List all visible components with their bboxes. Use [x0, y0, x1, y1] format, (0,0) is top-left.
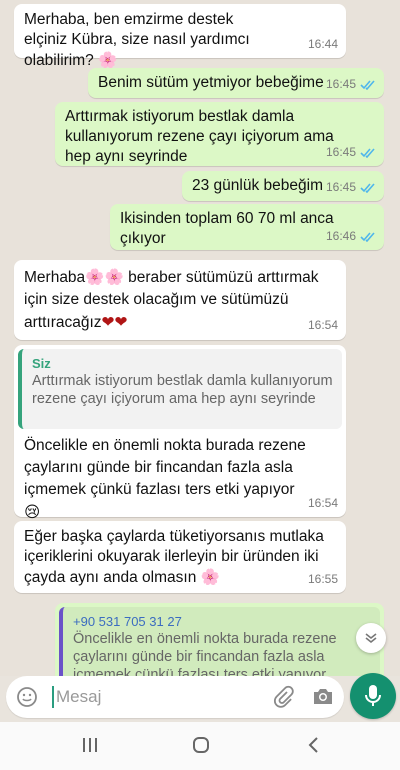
- heart-emoji: ❤❤: [101, 313, 128, 331]
- scroll-to-bottom-button[interactable]: [356, 623, 386, 653]
- quoted-message[interactable]: +90 531 705 31 27 Öncelikle en önemli no…: [59, 607, 380, 676]
- message-time: 16:55: [307, 572, 338, 586]
- recent-apps-icon[interactable]: [80, 736, 100, 754]
- message-incoming[interactable]: Eğer başka çaylarda tüketiyorsanıs mutla…: [14, 521, 346, 593]
- message-time: 16:46: [325, 229, 356, 243]
- message-time: 16:54: [307, 318, 338, 332]
- message-incoming[interactable]: Merhaba🌸🌸 beraber sütümüzü arttırmak içi…: [14, 260, 346, 340]
- read-ticks-icon: [360, 231, 375, 242]
- message-text: Eğer başka çaylarda tüketiyorsanıs mutla…: [24, 528, 324, 586]
- message-text: Merhaba, ben emzirme destek elçiniz Kübr…: [24, 11, 250, 69]
- read-ticks-icon: [360, 147, 375, 158]
- message-text: Öncelikle en önemli nokta burada rezene …: [24, 437, 306, 498]
- message-outgoing[interactable]: Ikisinden toplam 60 70 ml anca çıkıyor 1…: [110, 204, 384, 250]
- message-time: 16:44: [307, 37, 338, 51]
- read-ticks-icon: [360, 79, 375, 90]
- microphone-icon: [365, 685, 381, 706]
- message-time: 16:45: [325, 77, 356, 91]
- message-composer: Mesaj: [6, 676, 344, 718]
- message-input[interactable]: Mesaj: [56, 687, 101, 707]
- quoted-message[interactable]: Siz Arttırmak istiyorum bestlak damla ku…: [18, 349, 342, 429]
- quote-author: Siz: [32, 356, 51, 371]
- message-outgoing[interactable]: Benim sütüm yetmiyor bebeğime 16:45: [88, 68, 384, 98]
- flower-emoji: 🌸🌸: [85, 268, 124, 286]
- chevron-down-icon: [365, 633, 377, 644]
- voice-record-button[interactable]: [350, 673, 396, 719]
- quote-text: Öncelikle en önemli nokta burada rezene …: [73, 631, 337, 676]
- home-icon[interactable]: [192, 736, 210, 754]
- message-incoming-reply[interactable]: Siz Arttırmak istiyorum bestlak damla ku…: [14, 345, 346, 521]
- message-outgoing[interactable]: 23 günlük bebeğim 16:45: [182, 171, 384, 201]
- back-icon[interactable]: [306, 736, 320, 754]
- message-text: Merhaba: [24, 269, 86, 286]
- chat-area[interactable]: Merhaba, ben emzirme destek elçiniz Kübr…: [0, 0, 400, 676]
- flower-emoji: 🌸: [98, 51, 118, 69]
- camera-icon[interactable]: [312, 686, 334, 706]
- read-ticks-icon: [360, 182, 375, 193]
- message-time: 16:45: [325, 180, 356, 194]
- message-text: Arttırmak istiyorum bestlak damla kullan…: [65, 108, 334, 165]
- quote-text: Arttırmak istiyorum bestlak damla kullan…: [32, 373, 333, 407]
- system-navigation-bar: [0, 722, 400, 770]
- emoji-icon[interactable]: [16, 686, 38, 708]
- message-time: 16:54: [307, 496, 338, 510]
- message-incoming[interactable]: Merhaba, ben emzirme destek elçiniz Kübr…: [14, 4, 346, 69]
- quote-author: +90 531 705 31 27: [73, 614, 182, 629]
- message-outgoing-reply[interactable]: +90 531 705 31 27 Öncelikle en önemli no…: [55, 603, 384, 676]
- text-cursor: [52, 686, 54, 708]
- message-time: 16:45: [325, 145, 356, 159]
- flower-emoji: 🌸: [200, 568, 220, 586]
- message-outgoing[interactable]: Arttırmak istiyorum bestlak damla kullan…: [55, 102, 384, 166]
- attach-icon[interactable]: [272, 685, 294, 709]
- crying-emoji: 😢: [24, 503, 41, 521]
